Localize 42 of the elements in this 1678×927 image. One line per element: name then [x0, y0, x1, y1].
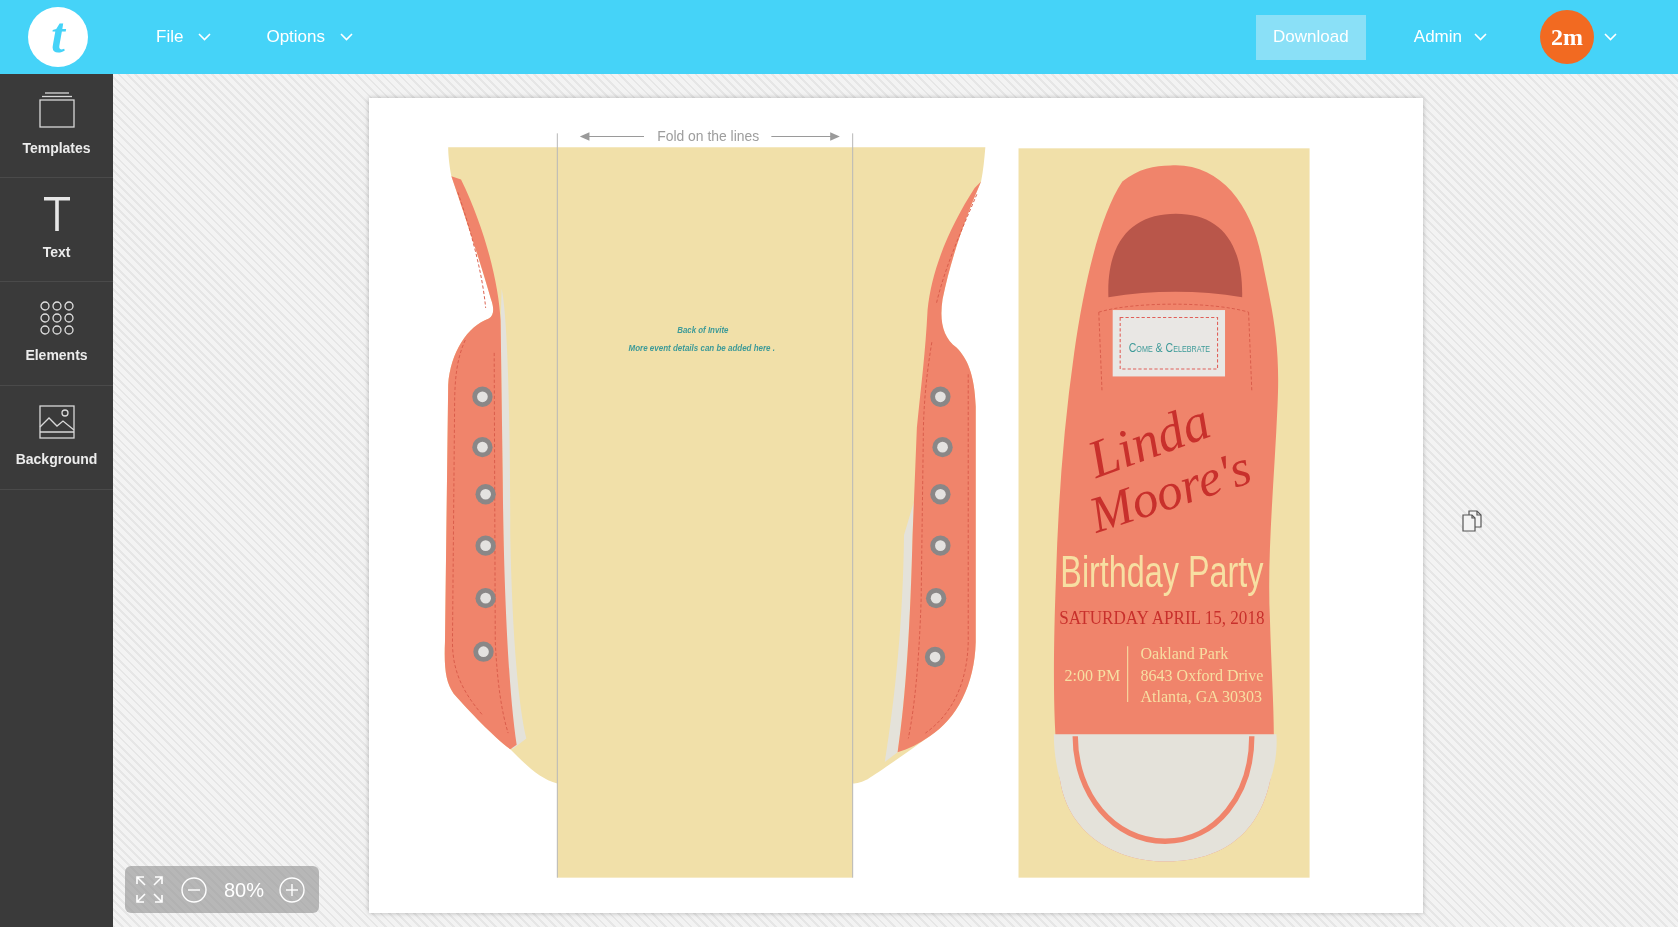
menu-button[interactable]: Options — [266, 24, 353, 50]
elements-grid-icon — [39, 301, 74, 335]
event-date: SATURDAY APRIL 15, 2018 — [1058, 607, 1264, 628]
address-line: Atlanta, GA 30303 — [1140, 688, 1262, 705]
eyelet — [472, 641, 494, 662]
fullscreen-icon[interactable] — [136, 876, 163, 903]
menu-button[interactable]: File — [156, 24, 212, 50]
app-logo[interactable]: t — [28, 7, 88, 67]
eyelet — [474, 484, 496, 505]
admin-menu[interactable]: Admin — [1413, 24, 1487, 50]
eyelet — [471, 436, 493, 458]
eyelet — [474, 535, 496, 556]
templates-icon — [38, 92, 75, 128]
tag-text: Come & Celebrate — [1128, 339, 1210, 354]
chevron-down-icon[interactable] — [1604, 33, 1617, 41]
back-details: More event details can be added here . — [628, 342, 775, 353]
address-line: 8643 Oxford Drive — [1140, 666, 1263, 684]
event-time: 2:00 PM — [1064, 666, 1120, 684]
chevron-down-icon — [340, 33, 353, 41]
fold-arrow — [579, 132, 645, 141]
fold-instruction: Fold on the lines — [656, 127, 759, 144]
chevron-down-icon — [198, 33, 212, 41]
image-icon — [38, 405, 75, 439]
eyelet — [471, 386, 493, 407]
event-title: Birthday Party — [1059, 547, 1263, 597]
back-title: Back of Invite — [676, 323, 728, 335]
zoom-level: 80% — [223, 879, 265, 900]
address-line: Oakland Park — [1140, 645, 1228, 663]
fold-arrow — [770, 132, 840, 141]
zoom-out-icon[interactable] — [181, 876, 207, 903]
eyelet — [929, 386, 951, 407]
eyelet — [474, 587, 496, 609]
eyelet — [925, 587, 946, 609]
text-tool-icon — [43, 196, 70, 232]
eyelet — [929, 535, 951, 556]
eyelet — [931, 436, 953, 458]
account-avatar[interactable]: 2m — [1540, 10, 1594, 64]
copy-pages-icon[interactable] — [1462, 510, 1482, 532]
eyelet — [924, 646, 945, 668]
zoom-in-icon[interactable] — [279, 876, 305, 903]
chevron-down-icon — [1474, 33, 1487, 41]
eyelet — [929, 484, 951, 505]
